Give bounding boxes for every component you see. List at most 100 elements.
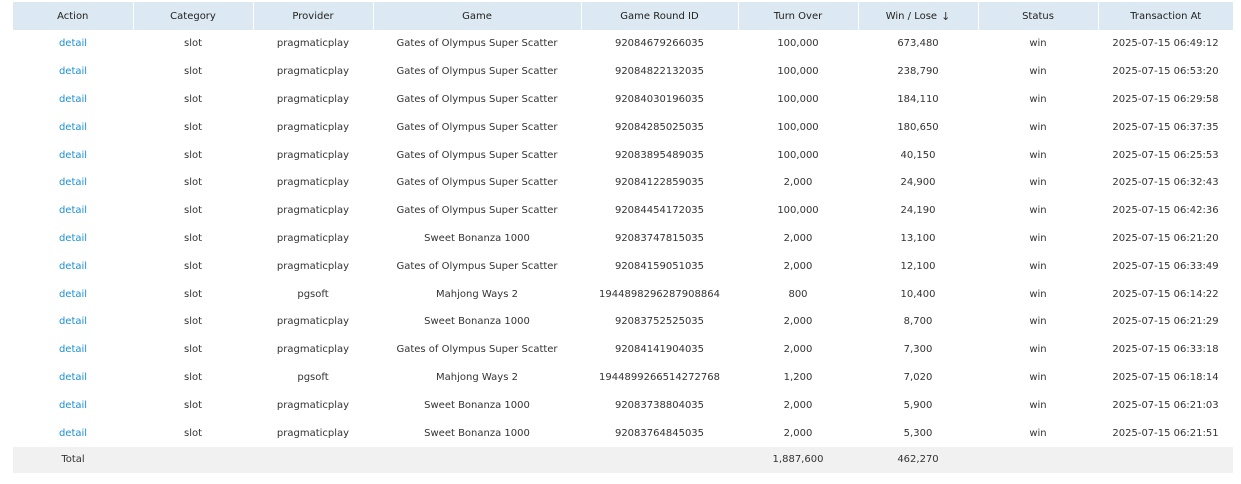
totals-empty-cell xyxy=(373,446,581,473)
status-cell: win xyxy=(1029,38,1047,50)
turn-over-cell: 100,000 xyxy=(777,66,819,78)
category-cell: slot xyxy=(183,121,203,133)
category-cell: slot xyxy=(183,149,203,161)
game-round-id-cell: 92084822132035 xyxy=(614,66,705,78)
detail-link[interactable]: detail xyxy=(59,289,87,300)
game-cell: Mahjong Ways 2 xyxy=(436,371,518,383)
game-cell: Gates of Olympus Super Scatter xyxy=(396,344,558,356)
column-header-turn-over[interactable]: Turn Over xyxy=(737,2,858,30)
action-cell: detail xyxy=(13,169,133,197)
provider-cell: pragmaticplay xyxy=(276,344,350,356)
action-cell: detail xyxy=(13,30,133,58)
detail-link[interactable]: detail xyxy=(59,38,87,49)
column-header-game-round-id[interactable]: Game Round ID xyxy=(580,2,738,30)
win-lose-cell: 7,300 xyxy=(903,344,933,356)
table-row: detail slot pragmaticplay Gates of Olympus … xyxy=(13,86,1233,114)
totals-empty-cell xyxy=(978,446,1098,473)
transaction-at-cell: 2025-07-15 06:32:43 xyxy=(1112,177,1219,189)
detail-link[interactable]: detail xyxy=(59,428,87,439)
totals-label: Total xyxy=(13,446,133,473)
category-cell: slot xyxy=(183,399,203,411)
column-header-game[interactable]: Game xyxy=(372,2,581,30)
detail-link[interactable]: detail xyxy=(59,400,87,411)
game-cell: Sweet Bonanza 1000 xyxy=(424,427,530,439)
detail-link[interactable]: detail xyxy=(59,261,87,272)
detail-link[interactable]: detail xyxy=(59,122,87,133)
transactions-table: Action Category Provider Game Game Round… xyxy=(13,2,1233,473)
game-cell: Sweet Bonanza 1000 xyxy=(424,316,530,328)
column-header-status[interactable]: Status xyxy=(977,2,1098,30)
game-round-id-cell: 92084454172035 xyxy=(614,205,705,217)
detail-link[interactable]: detail xyxy=(59,316,87,327)
totals-empty-cell xyxy=(581,446,738,473)
win-lose-cell: 184,110 xyxy=(897,93,939,105)
table-row: detail slot pragmaticplay Gates of Olympus … xyxy=(13,58,1233,86)
game-cell: Gates of Olympus Super Scatter xyxy=(396,38,558,50)
win-lose-cell: 673,480 xyxy=(897,38,939,50)
game-cell: Gates of Olympus Super Scatter xyxy=(396,260,558,272)
game-cell: Mahjong Ways 2 xyxy=(436,288,518,300)
provider-cell: pgsoft xyxy=(297,371,329,383)
arrow-down-icon[interactable]: ↓ xyxy=(941,11,950,22)
status-cell: win xyxy=(1029,66,1047,78)
category-cell: slot xyxy=(183,93,203,105)
game-round-id-cell: 92084159051035 xyxy=(614,260,705,272)
column-header-win-lose[interactable]: Win / Lose ↓ xyxy=(857,2,978,30)
turn-over-cell: 2,000 xyxy=(783,232,813,244)
column-header-action[interactable]: Action xyxy=(13,2,133,30)
win-lose-cell: 5,300 xyxy=(903,427,933,439)
provider-cell: pragmaticplay xyxy=(276,260,350,272)
game-cell: Gates of Olympus Super Scatter xyxy=(396,149,558,161)
action-cell: detail xyxy=(13,336,133,364)
transaction-at-cell: 2025-07-15 06:33:18 xyxy=(1112,344,1219,356)
table-row: detail slot pragmaticplay Sweet Bonanza 100… xyxy=(13,225,1233,253)
transaction-at-cell: 2025-07-15 06:21:03 xyxy=(1112,399,1219,411)
category-cell: slot xyxy=(183,177,203,189)
transaction-at-cell: 2025-07-15 06:29:58 xyxy=(1112,93,1219,105)
game-round-id-cell: 92084141904035 xyxy=(614,344,705,356)
column-header-provider[interactable]: Provider xyxy=(252,2,373,30)
table-row: detail slot pragmaticplay Gates of Olympus … xyxy=(13,30,1233,58)
column-header-category[interactable]: Category xyxy=(132,2,253,30)
transaction-at-cell: 2025-07-15 06:21:20 xyxy=(1112,232,1219,244)
turn-over-cell: 100,000 xyxy=(777,93,819,105)
detail-link[interactable]: detail xyxy=(59,344,87,355)
provider-cell: pragmaticplay xyxy=(276,121,350,133)
detail-link[interactable]: detail xyxy=(59,372,87,383)
detail-link[interactable]: detail xyxy=(59,205,87,216)
provider-cell: pgsoft xyxy=(297,288,329,300)
turn-over-cell: 2,000 xyxy=(783,399,813,411)
status-cell: win xyxy=(1029,232,1047,244)
transaction-at-cell: 2025-07-15 06:53:20 xyxy=(1112,66,1219,78)
table-row: detail slot pragmaticplay Gates of Olympus … xyxy=(13,141,1233,169)
game-cell: Sweet Bonanza 1000 xyxy=(424,232,530,244)
win-lose-cell: 10,400 xyxy=(900,288,936,300)
category-cell: slot xyxy=(183,38,203,50)
column-header-transaction-at[interactable]: Transaction At xyxy=(1097,2,1233,30)
transaction-at-cell: 2025-07-15 06:21:51 xyxy=(1112,427,1219,439)
provider-cell: pragmaticplay xyxy=(276,93,350,105)
detail-link[interactable]: detail xyxy=(59,233,87,244)
win-lose-cell: 13,100 xyxy=(900,232,936,244)
provider-cell: pragmaticplay xyxy=(276,149,350,161)
category-cell: slot xyxy=(183,260,203,272)
game-round-id-cell: 92084285025035 xyxy=(614,121,705,133)
table-row: detail slot pragmaticplay Gates of Olympus … xyxy=(13,169,1233,197)
turn-over-cell: 1,200 xyxy=(783,371,813,383)
detail-link[interactable]: detail xyxy=(59,66,87,77)
game-cell: Gates of Olympus Super Scatter xyxy=(396,93,558,105)
detail-link[interactable]: detail xyxy=(59,94,87,105)
turn-over-cell: 100,000 xyxy=(777,38,819,50)
action-cell: detail xyxy=(13,86,133,114)
turn-over-cell: 2,000 xyxy=(783,316,813,328)
category-cell: slot xyxy=(183,288,203,300)
transaction-at-cell: 2025-07-15 06:14:22 xyxy=(1112,288,1219,300)
detail-link[interactable]: detail xyxy=(59,177,87,188)
status-cell: win xyxy=(1029,177,1047,189)
action-cell: detail xyxy=(13,141,133,169)
provider-cell: pragmaticplay xyxy=(276,38,350,50)
status-cell: win xyxy=(1029,344,1047,356)
game-round-id-cell: 92083764845035 xyxy=(614,427,705,439)
detail-link[interactable]: detail xyxy=(59,150,87,161)
action-cell: detail xyxy=(13,280,133,308)
